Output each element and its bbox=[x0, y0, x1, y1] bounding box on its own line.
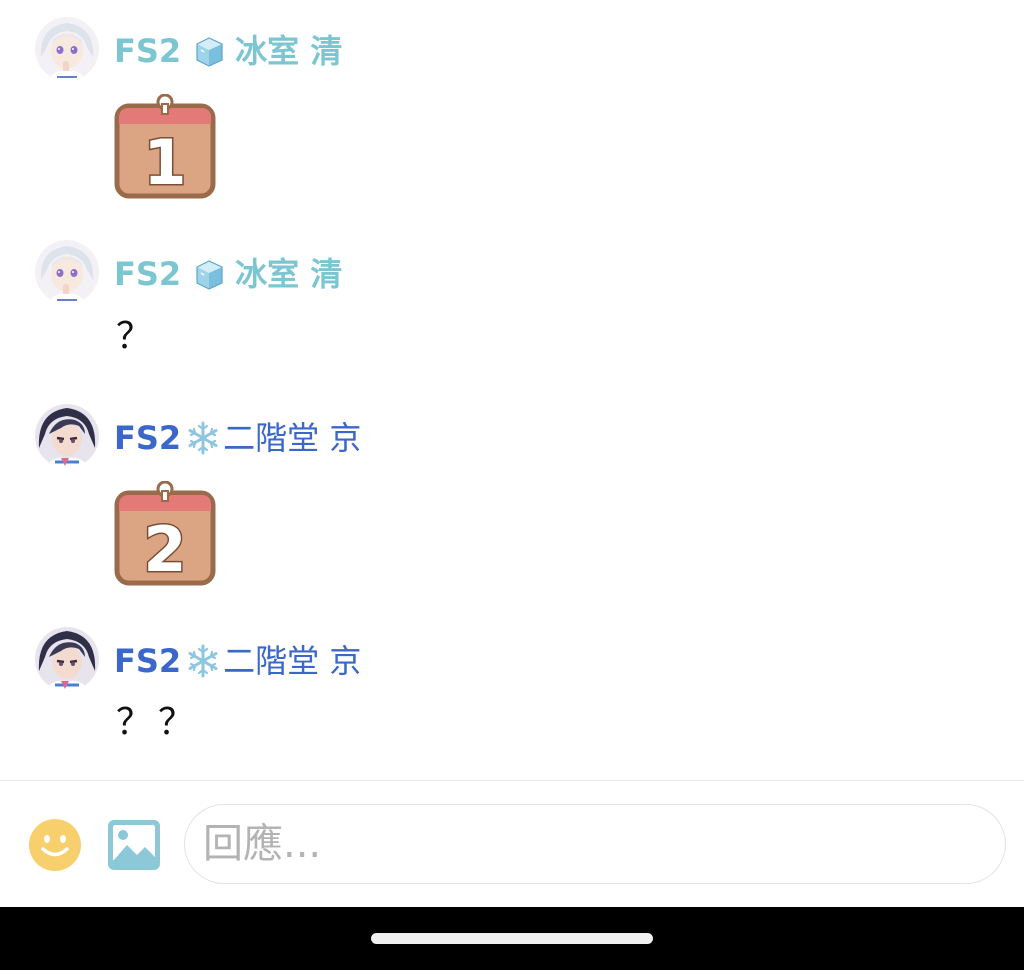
ice-cube-icon bbox=[191, 33, 227, 69]
home-indicator[interactable] bbox=[371, 933, 653, 944]
author-name[interactable]: FS2 冰室 清 bbox=[114, 254, 342, 294]
author-name[interactable]: FS2 二階堂 京 bbox=[114, 641, 361, 681]
calendar-day-1-sticker[interactable]: 1 bbox=[114, 93, 216, 201]
message-text: ？？ bbox=[116, 702, 201, 743]
message-text: ？ bbox=[116, 316, 159, 357]
avatar[interactable] bbox=[35, 627, 99, 691]
author-given-name: 冰室 清 bbox=[235, 32, 343, 70]
snowflake-icon bbox=[185, 643, 221, 679]
image-picker-icon[interactable] bbox=[107, 819, 161, 871]
author-name[interactable]: FS2 二階堂 京 bbox=[114, 418, 361, 458]
calendar-day-2-sticker[interactable]: 2 bbox=[114, 480, 216, 588]
author-given-name: 二階堂 京 bbox=[223, 419, 362, 457]
reply-composer bbox=[0, 781, 1024, 907]
smiley-face-icon[interactable] bbox=[28, 818, 82, 872]
author-given-name: 二階堂 京 bbox=[223, 642, 362, 680]
chat-thread: FS2 冰室 清 1 FS2 冰室 清 ？ FS2 二階堂 京 2 FS2 二階… bbox=[0, 0, 1024, 780]
author-name[interactable]: FS2 冰室 清 bbox=[114, 31, 342, 71]
author-prefix: FS2 bbox=[114, 255, 182, 293]
avatar[interactable] bbox=[35, 240, 99, 304]
sticker-number: 1 bbox=[143, 126, 186, 199]
avatar[interactable] bbox=[35, 17, 99, 81]
snowflake-icon bbox=[185, 420, 221, 456]
reply-input[interactable] bbox=[184, 804, 1006, 884]
avatar[interactable] bbox=[35, 404, 99, 468]
system-navigation-bar bbox=[0, 907, 1024, 970]
author-prefix: FS2 bbox=[114, 642, 182, 680]
author-prefix: FS2 bbox=[114, 419, 182, 457]
ice-cube-icon bbox=[191, 256, 227, 292]
sticker-number: 2 bbox=[143, 513, 186, 586]
author-prefix: FS2 bbox=[114, 32, 182, 70]
author-given-name: 冰室 清 bbox=[235, 255, 343, 293]
